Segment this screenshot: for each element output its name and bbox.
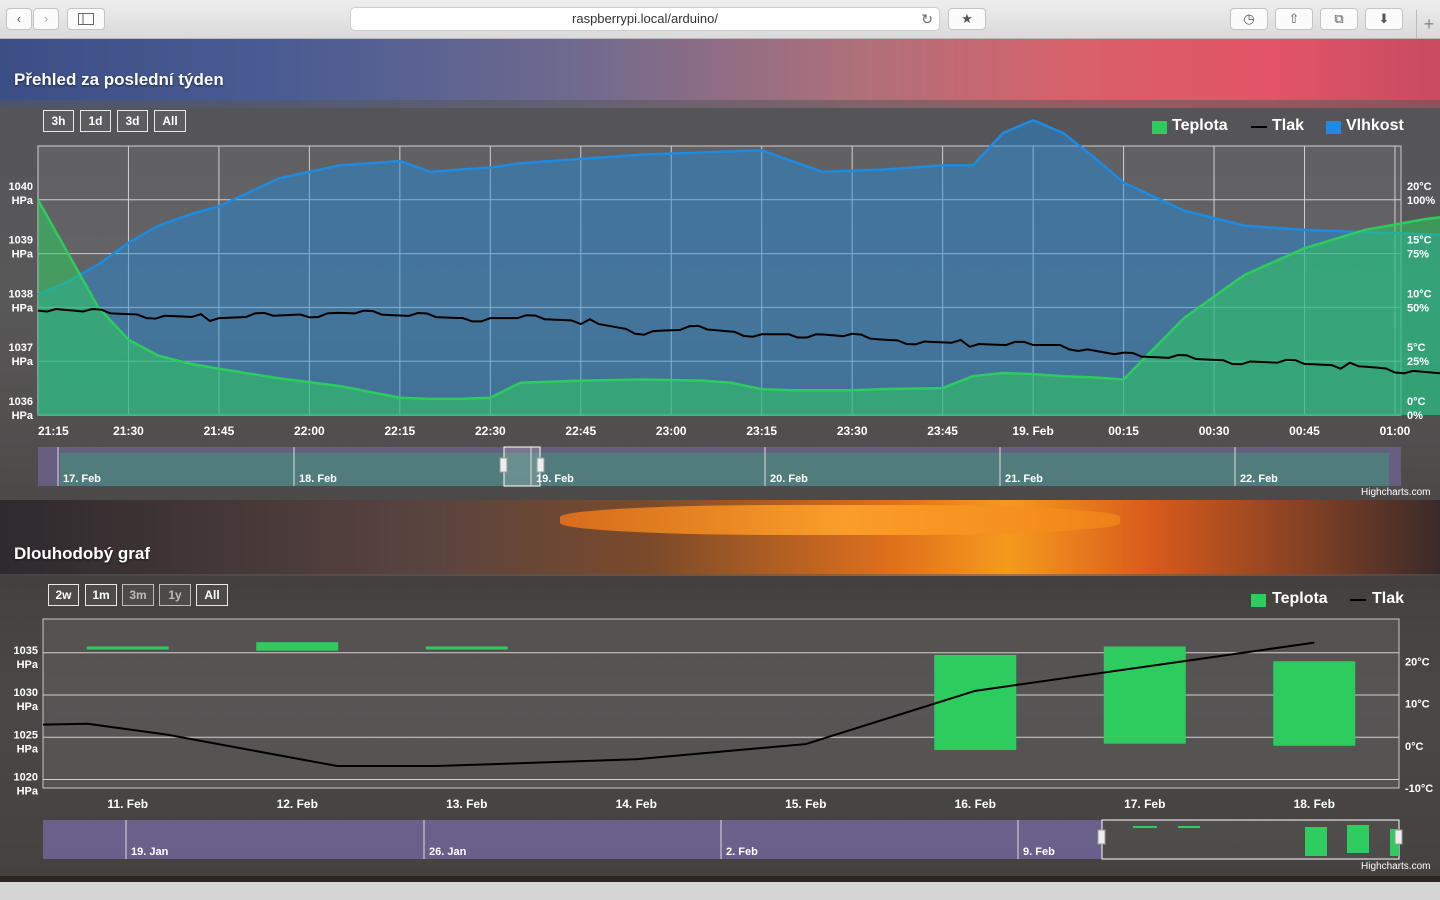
credits-link-longterm[interactable]: Highcharts.com [1361,861,1430,872]
x-tick-label: 16. Feb [955,797,996,811]
navigator-column [1347,825,1369,853]
navigator-label: 26. Jan [429,846,467,858]
y-left-unit-label: HPa [17,701,39,713]
navigator-handle-left [1097,829,1106,845]
y-left-tick-label: 1030 [14,687,38,699]
navigator-background-longterm [43,820,1102,859]
navigator-column [1178,826,1200,828]
x-tick-label: 12. Feb [277,797,318,811]
y-left-tick-label: 1025 [14,729,38,741]
teplota-column [934,654,1017,750]
y-left-unit-label: HPa [17,659,39,671]
navigator-column [1133,826,1157,828]
navigator-label: 9. Feb [1023,846,1055,858]
longterm-chart[interactable]: 1020 HPa 1025 HPa 1030 HPa 1035 HPa -10°C 0°C 10°C… [0,0,1440,882]
y-right-tick-label: 20°C [1405,656,1430,668]
navigator-column [1305,827,1327,856]
teplota-column [1273,661,1356,746]
browser-bottom-bar [0,882,1440,900]
x-tick-label: 14. Feb [616,797,657,811]
y-right-tick-label: 10°C [1405,699,1430,711]
x-tick-label: 17. Feb [1124,797,1165,811]
teplota-column [256,642,339,651]
navigator-label: 19. Jan [131,846,169,858]
navigator-handle-right [1394,829,1403,845]
y-right-tick-label: -10°C [1405,783,1433,795]
x-tick-label: 18. Feb [1294,797,1335,811]
teplota-column [425,646,508,650]
y-right-tick-label: 0°C [1405,741,1424,753]
x-tick-label: 15. Feb [785,797,826,811]
y-left-tick-label: 1035 [14,645,38,657]
x-tick-label: 13. Feb [446,797,487,811]
teplota-column [1103,646,1186,744]
x-tick-label: 11. Feb [107,797,148,811]
teplota-column [86,646,169,650]
y-left-unit-label: HPa [17,786,39,798]
y-left-unit-label: HPa [17,743,39,755]
plot-area-longterm [42,618,1400,789]
navigator-label: 2. Feb [726,846,758,858]
y-left-tick-label: 1020 [14,772,38,784]
